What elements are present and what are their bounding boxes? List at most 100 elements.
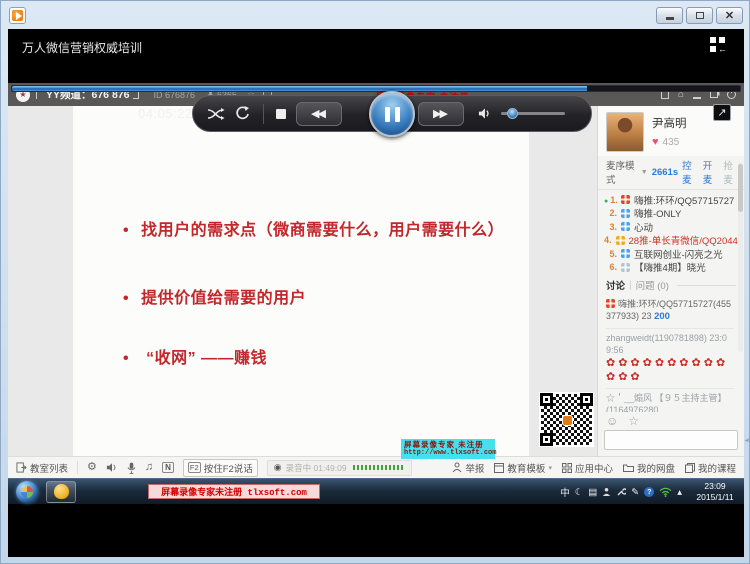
edu-template-button[interactable]: 教育模板▾ (494, 461, 552, 475)
tab-question[interactable]: 问题 (0) (636, 278, 669, 292)
user-tray-icon[interactable] (602, 487, 611, 497)
titlebar[interactable]: ✕ (1, 1, 749, 29)
paper-plane-icon (745, 434, 750, 447)
pause-button[interactable] (369, 91, 415, 137)
tray-expand-icon[interactable]: ▴ (677, 487, 682, 498)
start-button[interactable] (16, 481, 38, 503)
wrench-icon[interactable] (616, 487, 626, 497)
my-drive-button[interactable]: 我的网盘 (623, 461, 675, 475)
slide: •找用户的需求点（微商需要什么，用户需要什么） •提供价值给需要的用户 • “收… (73, 106, 529, 456)
gift-icon (616, 236, 625, 245)
keyboard-icon[interactable]: ▤ (588, 487, 597, 498)
taskbar-yy-app[interactable] (46, 481, 76, 503)
mic-queue-item[interactable]: 5.互联网创业-闪亮之光 (604, 247, 740, 261)
seek-bar[interactable] (11, 85, 741, 92)
record-dot-icon: ◉ (274, 462, 282, 473)
video-title: 万人微信营销权威培训 (22, 39, 142, 56)
volume-icon (478, 107, 491, 120)
help-icon[interactable]: ? (644, 487, 654, 497)
mic-queue-item[interactable]: 6.【嗨推4期】晓光 (604, 261, 740, 275)
rose-icons: ✿✿✿✿✿✿✿✿✿✿✿✿✿ (606, 356, 734, 384)
fast-forward-icon: ▶▶ (433, 107, 446, 120)
n-badge[interactable]: N (162, 462, 174, 473)
fullscreen-button[interactable]: ↗ (713, 104, 731, 121)
repeat-button[interactable] (235, 106, 251, 121)
stop-button[interactable] (276, 109, 286, 119)
fast-forward-button[interactable]: ▶▶ (418, 102, 464, 126)
chevron-down-icon[interactable]: ▼ (641, 169, 648, 176)
mic-mode-bar: 麦序模式 ▼ 2661s 控麦 开麦 抢麦 (598, 156, 744, 190)
mute-button[interactable] (478, 107, 491, 120)
send-button[interactable] (745, 431, 750, 449)
mic-queue-item[interactable]: 1.嗨推:环环/QQ57715727 (604, 193, 740, 207)
app-center-button[interactable]: 应用中心 (562, 461, 613, 475)
ime-indicator[interactable]: 中 (560, 485, 570, 499)
speaker-icon[interactable] (106, 462, 118, 473)
mic-control-link[interactable]: 控麦 (682, 158, 697, 186)
gift-icon (621, 222, 630, 231)
folder-icon (623, 463, 634, 472)
push-to-talk-button[interactable]: F2 按住F2说话 (183, 459, 258, 477)
fullscreen-icon: ↗ (717, 106, 726, 119)
gift-icon (621, 195, 630, 204)
likes-count[interactable]: ♥435 (652, 136, 687, 148)
mic-open-link[interactable]: 开麦 (703, 158, 718, 186)
recorder-watermark-box: 屏幕录像专家 未注册 http://www.tlxsoft.com (401, 439, 495, 459)
wifi-icon[interactable] (659, 487, 672, 497)
volume-knob[interactable] (507, 108, 518, 119)
window-border-bottom (1, 557, 749, 564)
video-header: 万人微信营销权威培训 ← (8, 29, 744, 83)
emoji-icon[interactable]: ☺ (606, 414, 618, 428)
settings-gear-icon[interactable]: ⚙ (87, 462, 97, 473)
yy-toolbar: 教室列表 ⚙ ♫ N F2 按住F2说话 ◉ 录音中 01:49:09 (8, 456, 744, 478)
minimize-button[interactable] (656, 7, 683, 24)
arrow-left-icon: ← (718, 46, 727, 53)
sidebar: 尹高明 ♥435 麦序模式 ▼ 2661s 控麦 开麦 抢麦 (597, 106, 744, 456)
gift-icon (606, 299, 615, 308)
chat-message-pinned: 嗨推:环环/QQ57715727(455377933) 23 200 (606, 295, 734, 329)
grid-icon (562, 463, 572, 473)
video-frame[interactable]: ★ YY频道：676 876 ID 676876 6365 ☆ 屏幕录像专家 未… (8, 83, 744, 504)
close-icon: ✕ (725, 9, 734, 22)
windows-taskbar: 屏幕录像专家未注册 tlxsoft.com 中 ☾ ▤ ✎ ? ▴ 23:092… (8, 478, 744, 504)
repeat-icon (235, 106, 251, 121)
taskbar-clock[interactable]: 23:092015/1/11 (691, 481, 739, 502)
edit-icon[interactable]: ✎ (631, 487, 639, 498)
layout-grid-icon[interactable]: ← (710, 37, 728, 53)
chat-panel[interactable]: 嗨推:环环/QQ57715727(455377933) 23 200 zhang… (598, 293, 744, 412)
system-tray: 中 ☾ ▤ ✎ ? ▴ 23:092015/1/11 (560, 479, 739, 505)
presentation-area: •找用户的需求点（微商需要什么，用户需要什么） •提供价值给需要的用户 • “收… (8, 106, 597, 456)
report-button[interactable]: 举报 (452, 461, 484, 475)
chat-message: ☆＇__煽风 【９５主持主管】(1164976280 ✿ (606, 389, 734, 412)
player-app-icon (9, 7, 26, 24)
window-icon (494, 463, 504, 473)
room-list-button[interactable]: 教室列表 (16, 461, 68, 475)
stop-icon (276, 109, 286, 119)
music-note-icon[interactable]: ♫ (145, 462, 153, 473)
mic-mode-label[interactable]: 麦序模式 (606, 158, 637, 186)
my-course-button[interactable]: 我的课程 (685, 461, 736, 475)
mic-timer: 2661s (652, 167, 678, 178)
sidebar-scrollbar[interactable] (738, 162, 743, 352)
mic-queue-item[interactable]: 4.28推-单长青微信/QQ20446445 (604, 234, 740, 248)
mic-queue-item[interactable]: 2.嗨推-ONLY (604, 207, 740, 221)
shuffle-button[interactable] (207, 107, 225, 121)
book-icon (685, 463, 695, 473)
moon-icon[interactable]: ☾ (575, 487, 584, 498)
volume-slider[interactable] (501, 112, 565, 115)
chevron-down-icon: ▾ (548, 464, 552, 472)
mic-grab-link[interactable]: 抢麦 (723, 158, 738, 186)
recording-indicator[interactable]: ◉ 录音中 01:49:09 (267, 460, 412, 476)
close-button[interactable]: ✕ (716, 7, 743, 24)
rewind-button[interactable]: ◀◀ (296, 102, 342, 126)
restore-button[interactable] (686, 7, 713, 24)
tab-discuss[interactable]: 讨论 (606, 278, 625, 292)
yy-app-icon (54, 484, 69, 499)
microphone-icon[interactable] (127, 462, 136, 474)
favorite-icon[interactable]: ☆ (628, 414, 639, 428)
chat-input-row (604, 430, 738, 450)
recorder-watermark-taskbar: 屏幕录像专家未注册 tlxsoft.com (148, 484, 320, 499)
chat-input[interactable] (605, 435, 745, 446)
rewind-icon: ◀◀ (311, 107, 324, 120)
mic-queue-item[interactable]: 3.心动 (604, 220, 740, 234)
